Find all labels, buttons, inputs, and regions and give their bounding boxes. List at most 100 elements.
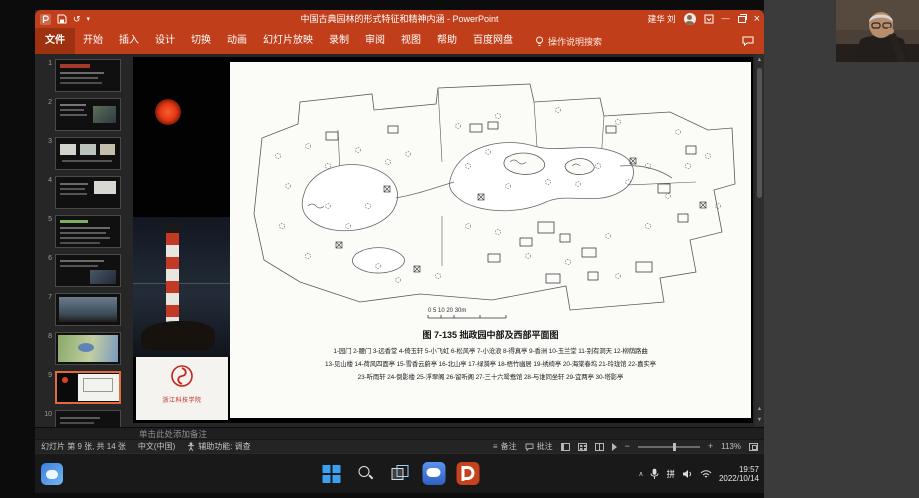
- ribbon-tab-design[interactable]: 设计: [147, 28, 183, 54]
- notes-toggle[interactable]: ≡ 备注: [493, 441, 517, 452]
- ribbon-tab-transitions[interactable]: 切换: [183, 28, 219, 54]
- network-wifi-icon[interactable]: [700, 469, 712, 479]
- slide-thumbnail-2[interactable]: 2: [37, 98, 132, 131]
- editor-scrollbar[interactable]: ▲ ▲ ▼: [755, 54, 764, 427]
- zoom-in-button[interactable]: +: [708, 442, 713, 451]
- minimize-button[interactable]: —: [722, 15, 730, 23]
- windows-taskbar: ∧ 拼 19:57 2022/10/14: [35, 453, 764, 493]
- scale-bar-label: 0 5 10 20 30m: [428, 308, 466, 314]
- system-tray: ∧ 拼 19:57 2022/10/14: [638, 460, 759, 488]
- slide-thumbnail-10[interactable]: 10: [37, 410, 132, 427]
- sunset-sun-image: [155, 99, 181, 125]
- slide-thumbnail-7[interactable]: 7: [37, 293, 132, 326]
- slide-thumbnail-8[interactable]: 8: [37, 332, 132, 365]
- microphone-icon[interactable]: [650, 468, 659, 480]
- university-emblem-icon: [169, 363, 195, 389]
- restore-button[interactable]: [738, 16, 746, 23]
- slide-thumbnail-image: [55, 98, 121, 131]
- start-button[interactable]: [320, 462, 343, 485]
- ribbon-tab-insert[interactable]: 插入: [111, 28, 147, 54]
- slide-number: 7: [37, 293, 52, 326]
- slide-left-image-strip: 浙江科技学院: [133, 57, 230, 423]
- quick-access-dropdown-icon[interactable]: ▾: [87, 16, 91, 23]
- slide-sorter-view-button[interactable]: [578, 443, 587, 451]
- previous-slide-icon[interactable]: ▲: [755, 405, 764, 413]
- slide-thumbnail-3[interactable]: 3: [37, 137, 132, 170]
- volume-icon[interactable]: [682, 469, 693, 479]
- slide-number: 4: [37, 176, 52, 209]
- university-logo-panel: 浙江科技学院: [136, 357, 228, 420]
- taskbar-search-icon[interactable]: [354, 462, 377, 485]
- webcam-video[interactable]: [836, 0, 919, 62]
- figure-caption: 图 7-135 拙政园中部及西部平面图: [230, 328, 751, 341]
- figure-legend-line-3: 23-听雨轩 24-倒影楼 25-浮翠阁 26-留听阁 27-三十六鸳鸯馆 28…: [230, 372, 751, 381]
- figure-legend-line-2: 13-见山楼 14-荷风四面亭 15-雪香云蔚亭 16-北山亭 17-绿漪亭 1…: [230, 359, 751, 368]
- powerpoint-logo-icon: [40, 14, 51, 25]
- next-slide-icon[interactable]: ▼: [755, 416, 764, 424]
- task-view-icon[interactable]: [388, 462, 411, 485]
- ribbon-tab-review[interactable]: 审阅: [357, 28, 393, 54]
- close-button[interactable]: ×: [754, 14, 760, 25]
- ribbon-display-options-icon[interactable]: [704, 14, 714, 24]
- ime-indicator[interactable]: 拼: [666, 468, 675, 480]
- clock-time: 19:57: [719, 465, 759, 475]
- slide-thumbnail-5[interactable]: 5: [37, 215, 132, 248]
- taskbar-powerpoint-icon[interactable]: [456, 462, 479, 485]
- slide-number: 2: [37, 98, 52, 131]
- ribbon-tab-help[interactable]: 帮助: [429, 28, 465, 54]
- ribbon-tab-file[interactable]: 文件: [35, 28, 75, 54]
- slide-thumbnail-image: [55, 332, 121, 365]
- comments-icon[interactable]: [742, 36, 754, 46]
- slide-thumbnail-1[interactable]: 1: [37, 59, 132, 92]
- slide-thumbnail-6[interactable]: 6: [37, 254, 132, 287]
- slide-canvas[interactable]: 浙江科技学院: [133, 57, 753, 423]
- normal-view-button[interactable]: [561, 443, 570, 451]
- ribbon-tab-baidu-netdisk[interactable]: 百度网盘: [465, 28, 521, 54]
- account-avatar[interactable]: [684, 13, 696, 25]
- accessibility-checker[interactable]: 辅助功能: 调查: [187, 441, 250, 452]
- chat-teams-icon[interactable]: [422, 462, 445, 485]
- tray-overflow-chevron-icon[interactable]: ∧: [638, 470, 643, 478]
- university-name: 浙江科技学院: [136, 395, 228, 404]
- zoom-out-button[interactable]: −: [625, 442, 630, 451]
- slide-thumbnail-image: [55, 215, 121, 248]
- slide-thumbnail-image: [55, 410, 121, 427]
- zoom-slider[interactable]: [638, 446, 700, 448]
- account-name[interactable]: 建华 刘: [648, 13, 676, 25]
- slideshow-view-button[interactable]: [612, 443, 617, 451]
- slide-thumbnail-9-selected[interactable]: 9: [37, 371, 132, 404]
- slide-thumbnail-4[interactable]: 4: [37, 176, 132, 209]
- ribbon-tab-animations[interactable]: 动画: [219, 28, 255, 54]
- slide-number: 6: [37, 254, 52, 287]
- scrollbar-thumb[interactable]: [757, 68, 762, 198]
- reading-view-button[interactable]: [595, 443, 604, 451]
- lighthouse-photo: [133, 217, 230, 357]
- undo-icon[interactable]: ↺: [73, 15, 81, 24]
- ribbon-tab-view[interactable]: 视图: [393, 28, 429, 54]
- notes-pane[interactable]: 单击此处添加备注: [35, 427, 764, 439]
- widgets-weather-icon[interactable]: [41, 463, 63, 485]
- ribbon-tab-home[interactable]: 开始: [75, 28, 111, 54]
- slide-thumbnail-image: [55, 137, 121, 170]
- fit-slide-to-window-button[interactable]: [749, 443, 758, 451]
- shared-screen: ↺ ▾ 中国古典园林的形式特征和精神内涵 - PowerPoint 建华 刘 —…: [35, 10, 764, 493]
- slide-thumbnail-image: [55, 176, 121, 209]
- save-icon[interactable]: [57, 14, 67, 24]
- scroll-up-icon[interactable]: ▲: [755, 56, 764, 64]
- taskbar-clock[interactable]: 19:57 2022/10/14: [719, 465, 759, 484]
- zoom-slider-thumb[interactable]: [673, 443, 676, 451]
- notes-icon: ≡: [493, 443, 498, 451]
- accessibility-icon: [187, 442, 195, 451]
- language-indicator[interactable]: 中文(中国): [138, 441, 175, 452]
- clock-date: 2022/10/14: [719, 474, 759, 484]
- ribbon-tab-record[interactable]: 录制: [321, 28, 357, 54]
- slide-number: 1: [37, 59, 52, 92]
- slide-thumbnail-panel: 1 2: [35, 54, 132, 427]
- comments-toggle[interactable]: 批注: [525, 441, 553, 452]
- slide-thumbnail-image: [55, 293, 121, 326]
- zoom-level[interactable]: 113%: [721, 442, 741, 451]
- ribbon-tab-slideshow[interactable]: 幻灯片放映: [255, 28, 321, 54]
- lightbulb-icon: [535, 36, 544, 47]
- tell-me-search[interactable]: 操作说明搜索: [535, 28, 602, 54]
- notes-toggle-label: 备注: [501, 441, 517, 452]
